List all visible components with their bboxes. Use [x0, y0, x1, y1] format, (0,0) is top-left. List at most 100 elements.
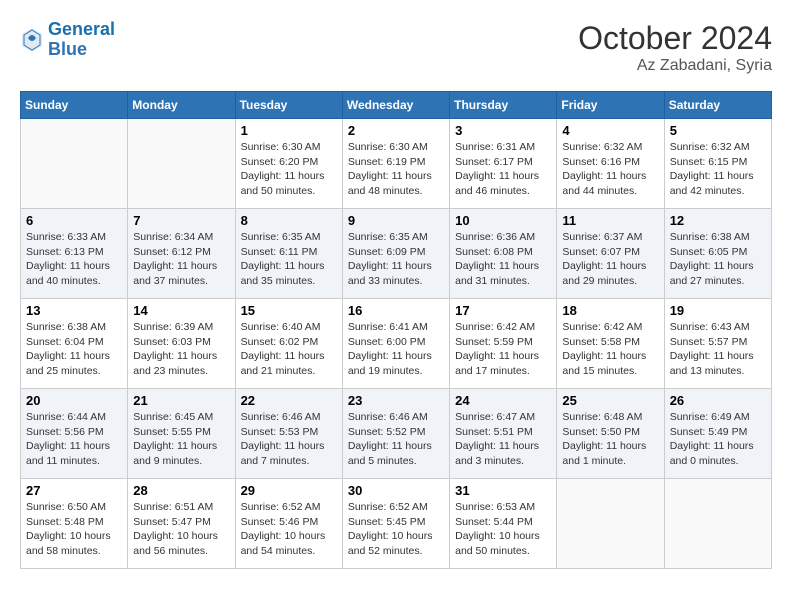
logo-icon — [20, 26, 44, 54]
calendar-cell-3-4: 24 Sunrise: 6:47 AM Sunset: 5:51 PM Dayli… — [450, 389, 557, 479]
day-number: 15 — [241, 303, 337, 318]
col-saturday: Saturday — [664, 92, 771, 119]
cell-content: Sunrise: 6:43 AM Sunset: 5:57 PM Dayligh… — [670, 320, 766, 379]
calendar-cell-3-3: 23Sunrise: 6:46 AM Sunset: 5:52 PM Dayli… — [342, 389, 449, 479]
cell-content: Sunrise: 6:46 AM Sunset: 5:52 PM Dayligh… — [348, 410, 444, 469]
day-number: 7 — [133, 213, 229, 228]
day-number: 29 — [241, 483, 337, 498]
calendar-cell-4-5 — [557, 479, 664, 569]
day-number: 16 — [348, 303, 444, 318]
cell-content: Sunrise: 6:38 AM Sunset: 6:05 PM Dayligh… — [670, 230, 766, 289]
cell-content: Sunrise: 6:42 AM Sunset: 5:58 PM Dayligh… — [562, 320, 658, 379]
page-header: General Blue October 2024 Az Zabadani, S… — [20, 20, 772, 75]
cell-content: Sunrise: 6:34 AM Sunset: 6:12 PM Dayligh… — [133, 230, 229, 289]
calendar-cell-1-2: 8Sunrise: 6:35 AM Sunset: 6:11 PM Daylig… — [235, 209, 342, 299]
calendar-cell-1-0: 6 Sunrise: 6:33 AM Sunset: 6:13 PM Daylig… — [21, 209, 128, 299]
logo-text: General Blue — [48, 20, 115, 60]
day-number: 22 — [241, 393, 337, 408]
cell-content: Sunrise: 6:33 AM Sunset: 6:13 PM Dayligh… — [26, 230, 122, 289]
cell-content: Sunrise: 6:42 AM Sunset: 5:59 PM Dayligh… — [455, 320, 551, 379]
col-thursday: Thursday — [450, 92, 557, 119]
day-number: 28 — [133, 483, 229, 498]
calendar-cell-2-5: 18 Sunrise: 6:42 AM Sunset: 5:58 PM Dayli… — [557, 299, 664, 389]
col-sunday: Sunday — [21, 92, 128, 119]
day-number: 11 — [562, 213, 658, 228]
day-number: 3 — [455, 123, 551, 138]
calendar-cell-2-0: 13 Sunrise: 6:38 AM Sunset: 6:04 PM Dayli… — [21, 299, 128, 389]
calendar-cell-0-5: 4Sunrise: 6:32 AM Sunset: 6:16 PM Daylig… — [557, 119, 664, 209]
calendar-cell-1-4: 10 Sunrise: 6:36 AM Sunset: 6:08 PM Dayli… — [450, 209, 557, 299]
calendar-cell-2-1: 14 Sunrise: 6:39 AM Sunset: 6:03 PM Dayli… — [128, 299, 235, 389]
day-number: 2 — [348, 123, 444, 138]
calendar-cell-2-4: 17 Sunrise: 6:42 AM Sunset: 5:59 PM Dayli… — [450, 299, 557, 389]
calendar-cell-0-4: 3 Sunrise: 6:31 AM Sunset: 6:17 PM Daylig… — [450, 119, 557, 209]
day-number: 31 — [455, 483, 551, 498]
cell-content: Sunrise: 6:50 AM Sunset: 5:48 PM Dayligh… — [26, 500, 122, 559]
week-row-2: 6 Sunrise: 6:33 AM Sunset: 6:13 PM Daylig… — [21, 209, 772, 299]
calendar-cell-3-1: 21Sunrise: 6:45 AM Sunset: 5:55 PM Dayli… — [128, 389, 235, 479]
week-row-1: 1 Sunrise: 6:30 AM Sunset: 6:20 PM Daylig… — [21, 119, 772, 209]
calendar-cell-4-4: 31Sunrise: 6:53 AM Sunset: 5:44 PM Dayli… — [450, 479, 557, 569]
cell-content: Sunrise: 6:31 AM Sunset: 6:17 PM Dayligh… — [455, 140, 551, 199]
calendar-cell-0-3: 2Sunrise: 6:30 AM Sunset: 6:19 PM Daylig… — [342, 119, 449, 209]
day-number: 24 — [455, 393, 551, 408]
day-number: 13 — [26, 303, 122, 318]
day-number: 12 — [670, 213, 766, 228]
calendar-cell-2-6: 19Sunrise: 6:43 AM Sunset: 5:57 PM Dayli… — [664, 299, 771, 389]
calendar-header: Sunday Monday Tuesday Wednesday Thursday… — [21, 92, 772, 119]
week-row-4: 20Sunrise: 6:44 AM Sunset: 5:56 PM Dayli… — [21, 389, 772, 479]
day-number: 26 — [670, 393, 766, 408]
cell-content: Sunrise: 6:32 AM Sunset: 6:15 PM Dayligh… — [670, 140, 766, 199]
location: Az Zabadani, Syria — [578, 57, 772, 75]
calendar-cell-1-1: 7 Sunrise: 6:34 AM Sunset: 6:12 PM Daylig… — [128, 209, 235, 299]
calendar-cell-4-2: 29 Sunrise: 6:52 AM Sunset: 5:46 PM Dayli… — [235, 479, 342, 569]
col-monday: Monday — [128, 92, 235, 119]
calendar-cell-0-0 — [21, 119, 128, 209]
calendar-cell-4-3: 30Sunrise: 6:52 AM Sunset: 5:45 PM Dayli… — [342, 479, 449, 569]
calendar-cell-2-2: 15Sunrise: 6:40 AM Sunset: 6:02 PM Dayli… — [235, 299, 342, 389]
col-tuesday: Tuesday — [235, 92, 342, 119]
cell-content: Sunrise: 6:35 AM Sunset: 6:09 PM Dayligh… — [348, 230, 444, 289]
calendar-cell-0-1 — [128, 119, 235, 209]
day-number: 6 — [26, 213, 122, 228]
weekday-row: Sunday Monday Tuesday Wednesday Thursday… — [21, 92, 772, 119]
day-number: 10 — [455, 213, 551, 228]
cell-content: Sunrise: 6:45 AM Sunset: 5:55 PM Dayligh… — [133, 410, 229, 469]
cell-content: Sunrise: 6:52 AM Sunset: 5:46 PM Dayligh… — [241, 500, 337, 559]
cell-content: Sunrise: 6:47 AM Sunset: 5:51 PM Dayligh… — [455, 410, 551, 469]
cell-content: Sunrise: 6:39 AM Sunset: 6:03 PM Dayligh… — [133, 320, 229, 379]
day-number: 18 — [562, 303, 658, 318]
day-number: 30 — [348, 483, 444, 498]
calendar-cell-1-6: 12 Sunrise: 6:38 AM Sunset: 6:05 PM Dayli… — [664, 209, 771, 299]
calendar-cell-1-3: 9 Sunrise: 6:35 AM Sunset: 6:09 PM Daylig… — [342, 209, 449, 299]
col-friday: Friday — [557, 92, 664, 119]
calendar-body: 1 Sunrise: 6:30 AM Sunset: 6:20 PM Daylig… — [21, 119, 772, 569]
cell-content: Sunrise: 6:36 AM Sunset: 6:08 PM Dayligh… — [455, 230, 551, 289]
day-number: 14 — [133, 303, 229, 318]
day-number: 17 — [455, 303, 551, 318]
calendar-cell-3-0: 20Sunrise: 6:44 AM Sunset: 5:56 PM Dayli… — [21, 389, 128, 479]
month-year: October 2024 — [578, 20, 772, 57]
cell-content: Sunrise: 6:38 AM Sunset: 6:04 PM Dayligh… — [26, 320, 122, 379]
cell-content: Sunrise: 6:48 AM Sunset: 5:50 PM Dayligh… — [562, 410, 658, 469]
cell-content: Sunrise: 6:37 AM Sunset: 6:07 PM Dayligh… — [562, 230, 658, 289]
day-number: 27 — [26, 483, 122, 498]
cell-content: Sunrise: 6:46 AM Sunset: 5:53 PM Dayligh… — [241, 410, 337, 469]
cell-content: Sunrise: 6:41 AM Sunset: 6:00 PM Dayligh… — [348, 320, 444, 379]
week-row-3: 13 Sunrise: 6:38 AM Sunset: 6:04 PM Dayli… — [21, 299, 772, 389]
day-number: 5 — [670, 123, 766, 138]
calendar-cell-3-2: 22 Sunrise: 6:46 AM Sunset: 5:53 PM Dayli… — [235, 389, 342, 479]
day-number: 8 — [241, 213, 337, 228]
col-wednesday: Wednesday — [342, 92, 449, 119]
day-number: 1 — [241, 123, 337, 138]
title-block: October 2024 Az Zabadani, Syria — [578, 20, 772, 75]
day-number: 20 — [26, 393, 122, 408]
calendar-table: Sunday Monday Tuesday Wednesday Thursday… — [20, 91, 772, 569]
cell-content: Sunrise: 6:51 AM Sunset: 5:47 PM Dayligh… — [133, 500, 229, 559]
cell-content: Sunrise: 6:49 AM Sunset: 5:49 PM Dayligh… — [670, 410, 766, 469]
logo: General Blue — [20, 20, 115, 60]
cell-content: Sunrise: 6:30 AM Sunset: 6:20 PM Dayligh… — [241, 140, 337, 199]
calendar-cell-0-2: 1 Sunrise: 6:30 AM Sunset: 6:20 PM Daylig… — [235, 119, 342, 209]
day-number: 9 — [348, 213, 444, 228]
calendar-cell-2-3: 16 Sunrise: 6:41 AM Sunset: 6:00 PM Dayli… — [342, 299, 449, 389]
